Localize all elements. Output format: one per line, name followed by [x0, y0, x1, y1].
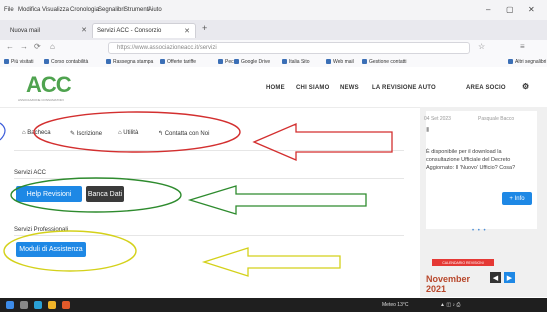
help-revisioni-button[interactable]: Help Revisioni: [16, 186, 82, 202]
divider: [14, 178, 404, 179]
category-iscrizione[interactable]: ✎ Iscrizione: [70, 130, 102, 137]
calendar-prev-button[interactable]: ◀: [490, 272, 501, 283]
system-tray[interactable]: ▲ ◫ ♪ ⎙: [440, 302, 460, 308]
bookmark-item[interactable]: Più visitati: [4, 59, 34, 65]
category-label: Bacheca: [27, 130, 51, 136]
nav-area-socio[interactable]: AREA SOCIO: [466, 85, 506, 91]
calendar-month: November 2021: [426, 274, 470, 294]
home-icon[interactable]: ⌂: [50, 42, 55, 51]
nav-news[interactable]: NEWS: [340, 85, 359, 91]
bookmark-item[interactable]: Google Drive: [234, 59, 270, 65]
bookmark-item[interactable]: Altri segnalibri: [508, 59, 546, 65]
bookmark-item[interactable]: Italia Sito: [282, 59, 310, 65]
category-label: Utilità: [123, 130, 139, 136]
post-author: Pasquale Bacco: [478, 116, 515, 122]
menu-history[interactable]: Cronologia: [70, 7, 99, 13]
forward-icon[interactable]: →: [20, 42, 28, 51]
bookmark-icon: ▮: [426, 127, 430, 133]
category-utilita[interactable]: ⌂ Utilità: [118, 130, 138, 136]
user-icon[interactable]: ⚙: [522, 82, 529, 91]
logo-tagline: ASSOCIAZIONE CONSUMATORI: [18, 98, 64, 102]
menu-file[interactable]: File: [4, 7, 14, 13]
star-icon[interactable]: ☆: [478, 42, 485, 51]
divider: [14, 235, 404, 236]
close-icon[interactable]: ✕: [81, 26, 87, 34]
site-logo[interactable]: ACC ASSOCIAZIONE CONSUMATORI: [18, 72, 80, 102]
bookmark-item[interactable]: Web mail: [326, 59, 354, 65]
nav-revisione-auto[interactable]: LA REVISIONE AUTO: [372, 85, 436, 91]
menu-view[interactable]: Visualizza: [42, 7, 69, 13]
calendar-next-button[interactable]: ▶: [504, 272, 515, 283]
menu-bar: File Modifica Visualizza Cronologia Segn…: [0, 0, 547, 20]
folder-icon[interactable]: [48, 301, 56, 309]
moduli-assistenza-button[interactable]: Moduli di Assistenza: [16, 242, 86, 257]
maximize-icon[interactable]: ▢: [506, 5, 514, 14]
logo-text: ACC: [26, 72, 72, 97]
category-label: Iscrizione: [76, 131, 103, 137]
tab-label: Nuova mail: [10, 27, 41, 34]
site-header: ACC ASSOCIAZIONE CONSUMATORI HOME CHI SI…: [0, 67, 547, 108]
close-icon[interactable]: ✕: [184, 27, 190, 35]
year-label: 2021: [426, 284, 447, 294]
bookmark-item[interactable]: Pec: [218, 59, 234, 65]
edge-icon[interactable]: [34, 301, 42, 309]
bookmark-item[interactable]: Corso contabilità: [44, 59, 88, 65]
category-contatta[interactable]: ↰ Contatta con Noi: [158, 130, 209, 137]
new-tab-icon[interactable]: +: [202, 23, 207, 33]
section-title-servizi: Servizi ACC: [14, 170, 47, 176]
navigation-bar: ← → ⟳ ⌂ https://www.associazioneacc.it/s…: [0, 40, 547, 56]
menu-help[interactable]: Aiuto: [148, 7, 162, 13]
menu-edit[interactable]: Modifica: [18, 7, 40, 13]
reload-icon[interactable]: ⟳: [34, 42, 41, 51]
taskbar: Meteo 13°C ▲ ◫ ♪ ⎙: [0, 298, 547, 312]
section-title-professionali: Servizi Professionali: [14, 227, 69, 233]
tab-mail[interactable]: Nuova mail ✕: [6, 23, 92, 38]
tab-bar: Nuova mail ✕ Servizi ACC - Consorzio ✕ +: [0, 20, 547, 41]
category-bacheca[interactable]: ⌂ Bacheca: [22, 130, 51, 136]
category-label: Contatta con Noi: [164, 131, 210, 137]
bookmark-item[interactable]: Gestione contatti: [362, 59, 407, 65]
search-icon[interactable]: [20, 301, 28, 309]
post-date: 04 Set 2023: [424, 116, 451, 122]
tab-servizi[interactable]: Servizi ACC - Consorzio ✕: [92, 23, 196, 38]
post-description: È disponibile per il download la consult…: [426, 149, 516, 171]
info-button[interactable]: + Info: [502, 192, 532, 205]
minimize-icon[interactable]: –: [486, 5, 490, 14]
start-icon[interactable]: [6, 301, 14, 309]
bookmark-item[interactable]: Rassegna stampa: [106, 59, 153, 65]
menu-bookmarks[interactable]: Segnalibri: [98, 7, 125, 13]
menu-tools[interactable]: Strumenti: [124, 7, 150, 13]
calendar-badge: CALENDARIO REVISIONI: [432, 259, 494, 266]
bookmark-item[interactable]: Offerte tariffe: [160, 59, 196, 65]
nav-chi-siamo[interactable]: CHI SIAMO: [296, 85, 329, 91]
firefox-icon[interactable]: [62, 301, 70, 309]
banca-dati-button[interactable]: Banca Dati: [86, 186, 124, 202]
divider: [14, 150, 404, 151]
yellow-arrow: [201, 247, 341, 277]
carousel-dots[interactable]: • • •: [472, 228, 487, 234]
red-arrow: [252, 123, 393, 161]
close-window-icon[interactable]: ✕: [528, 5, 535, 14]
tab-label: Servizi ACC - Consorzio: [97, 28, 162, 34]
weather-status: Meteo 13°C: [382, 302, 409, 308]
back-icon[interactable]: ←: [6, 42, 14, 51]
blue-bracket: [0, 122, 6, 141]
nav-home[interactable]: HOME: [266, 85, 285, 91]
month-label: November: [426, 274, 471, 284]
menu-icon[interactable]: ≡: [520, 42, 525, 51]
green-arrow: [187, 185, 367, 215]
address-bar[interactable]: https://www.associazioneacc.it/servizi: [108, 42, 470, 54]
